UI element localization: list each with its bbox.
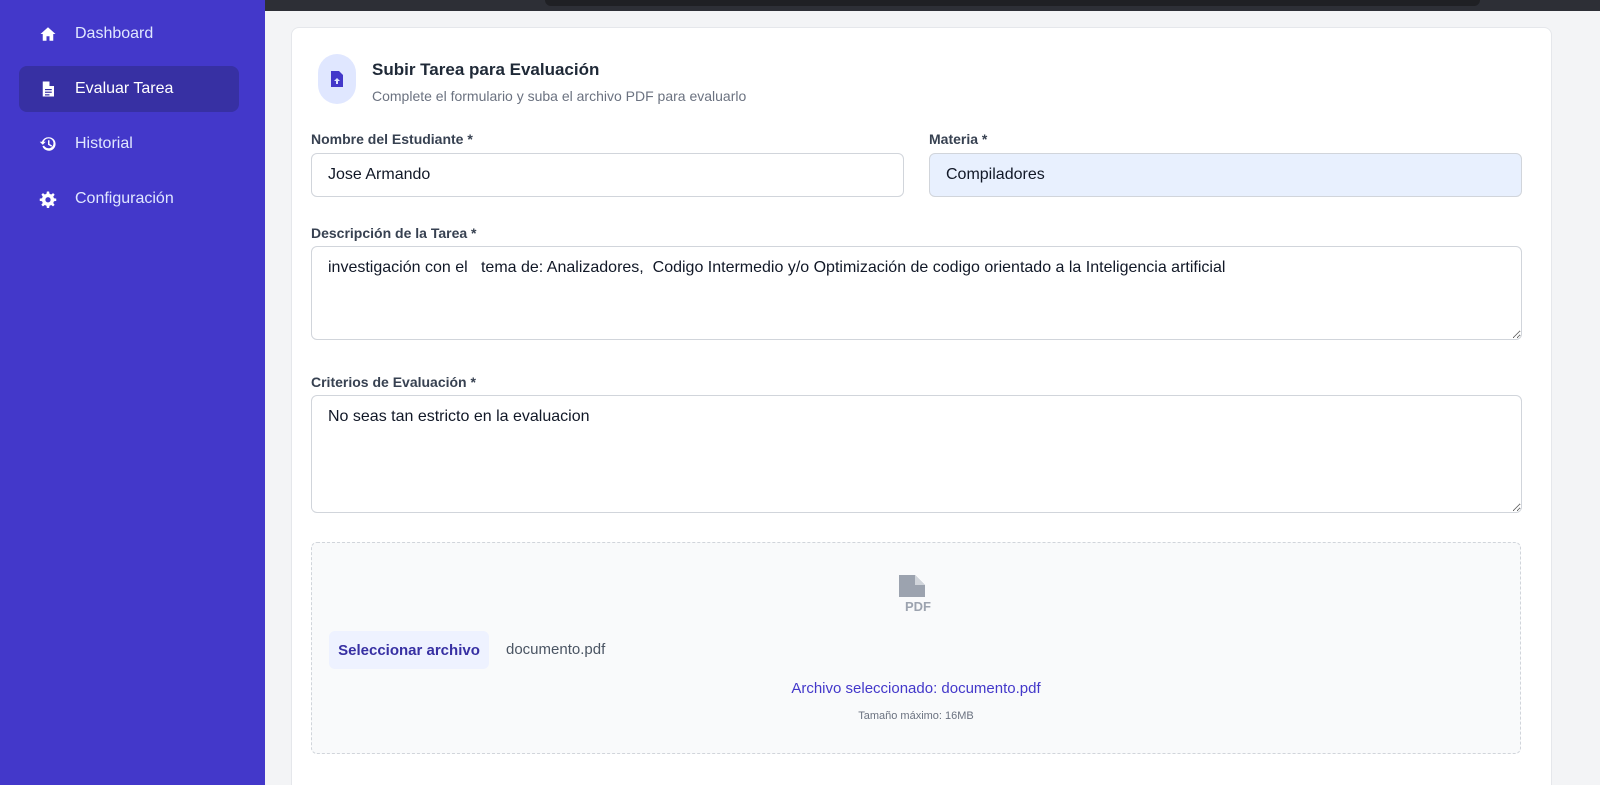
home-icon <box>35 24 61 44</box>
sidebar-item-label: Configuración <box>75 190 174 207</box>
max-file-size-note: Tamaño máximo: 16MB <box>858 710 974 722</box>
upload-form-card: Subir Tarea para Evaluación Complete el … <box>291 27 1552 785</box>
file-drop-zone[interactable]: PDF Seleccionar archivo documento.pdf Ar… <box>311 542 1521 754</box>
subject-label: Materia * <box>929 131 988 147</box>
criteria-label: Criterios de Evaluación * <box>311 374 476 390</box>
pdf-file-icon: PDF <box>899 575 931 614</box>
gear-icon <box>35 189 61 209</box>
svg-text:PDF: PDF <box>905 599 931 614</box>
sidebar-item-evaluar-tarea[interactable]: Evaluar Tarea <box>19 66 239 112</box>
history-icon <box>35 134 61 154</box>
sidebar-item-historial[interactable]: Historial <box>19 121 239 167</box>
browser-tab-strip <box>545 0 1480 6</box>
student-name-input[interactable] <box>311 153 904 197</box>
description-label: Descripción de la Tarea * <box>311 225 477 241</box>
sidebar-item-dashboard[interactable]: Dashboard <box>19 11 239 57</box>
description-textarea[interactable]: investigación con el tema de: Analizador… <box>311 246 1522 340</box>
select-file-button[interactable]: Seleccionar archivo <box>329 631 489 669</box>
file-icon <box>35 79 61 99</box>
page-title: Subir Tarea para Evaluación <box>372 60 600 79</box>
browser-top-strip <box>265 0 1600 11</box>
selected-file-status: Archivo seleccionado: documento.pdf <box>791 680 1041 697</box>
sidebar-item-label: Evaluar Tarea <box>75 80 174 97</box>
chosen-file-name: documento.pdf <box>506 641 606 658</box>
sidebar-item-label: Historial <box>75 135 133 152</box>
sidebar-item-label: Dashboard <box>75 25 154 42</box>
subject-input[interactable] <box>929 153 1522 197</box>
student-name-label: Nombre del Estudiante * <box>311 131 473 147</box>
page-subtitle: Complete el formulario y suba el archivo… <box>372 88 747 104</box>
sidebar: Dashboard Evaluar Tarea Historial Config… <box>0 0 265 785</box>
file-upload-icon <box>318 54 356 104</box>
sidebar-item-configuracion[interactable]: Configuración <box>19 176 239 222</box>
criteria-textarea[interactable]: No seas tan estricto en la evaluacion <box>311 395 1522 513</box>
